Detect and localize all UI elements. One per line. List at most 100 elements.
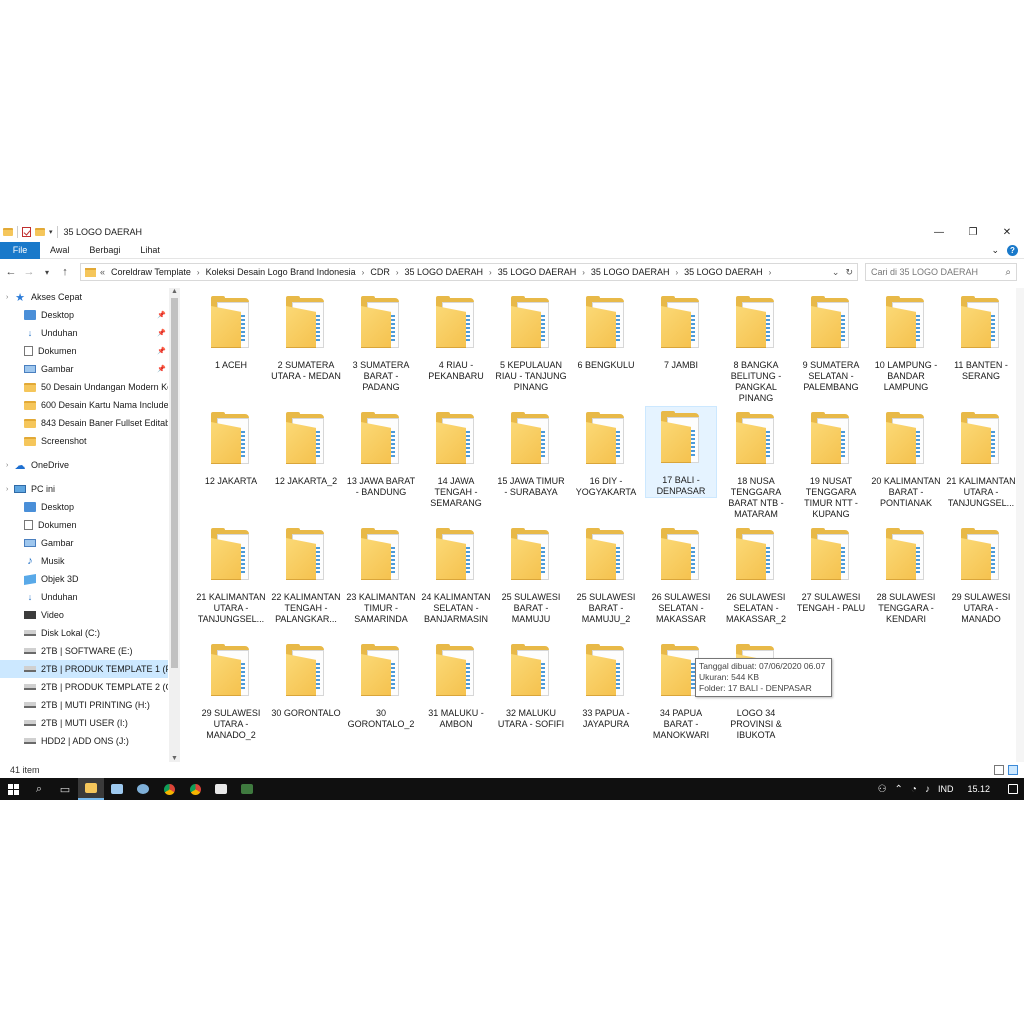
folder-item[interactable]: 15 JAWA TIMUR - SURABAYA: [495, 408, 567, 498]
up-arrow-icon[interactable]: ↑: [58, 266, 72, 278]
people-icon[interactable]: ⚇: [878, 784, 887, 795]
breadcrumb-item[interactable]: Koleksi Desain Logo Brand Indonesia: [206, 267, 356, 277]
folder-item[interactable]: 30 GORONTALO_2: [345, 640, 417, 730]
paint-icon[interactable]: [130, 778, 156, 800]
folder-item[interactable]: 18 NUSA TENGGARA BARAT NTB - MATARAM: [720, 408, 792, 520]
notes-icon[interactable]: [104, 778, 130, 800]
folder-item[interactable]: 4 RIAU - PEKANBARU: [420, 292, 492, 382]
folder-item[interactable]: 31 MALUKU - AMBON: [420, 640, 492, 730]
folder-item[interactable]: 24 KALIMANTAN SELATAN - BANJARMASIN: [420, 524, 492, 625]
pin-icon[interactable]: 📌: [157, 311, 166, 319]
address-bar[interactable]: « Coreldraw Template › Koleksi Desain Lo…: [80, 263, 858, 281]
sidebar-item[interactable]: ↓ Unduhan: [0, 588, 168, 606]
sidebar-item[interactable]: › ☁ OneDrive: [0, 456, 168, 474]
pin-icon[interactable]: 📌: [157, 365, 166, 373]
close-button[interactable]: ✕: [990, 222, 1024, 242]
chrome-icon[interactable]: [156, 778, 182, 800]
folder-item[interactable]: 32 MALUKU UTARA - SOFIFI: [495, 640, 567, 730]
sidebar-item[interactable]: HDD2 | ADD ONS (J:): [0, 732, 168, 750]
scroll-down-icon[interactable]: ▼: [169, 755, 180, 762]
search-input[interactable]: Cari di 35 LOGO DAERAH ⌕: [865, 263, 1017, 281]
pin-icon[interactable]: 📌: [157, 347, 166, 355]
forward-arrow-icon[interactable]: →: [22, 266, 36, 278]
sidebar-item[interactable]: 2TB | PRODUK TEMPLATE 2 (G:): [0, 678, 168, 696]
notification-icon[interactable]: [1008, 784, 1018, 794]
folder-item[interactable]: 28 SULAWESI TENGGARA - KENDARI: [870, 524, 942, 625]
tab-awal[interactable]: Awal: [40, 245, 79, 255]
chevron-right-icon[interactable]: ›: [362, 268, 365, 277]
chevron-right-icon[interactable]: ›: [396, 268, 399, 277]
folder-item[interactable]: 5 KEPULAUAN RIAU - TANJUNG PINANG: [495, 292, 567, 393]
sidebar-item[interactable]: 2TB | SOFTWARE (E:): [0, 642, 168, 660]
chevron-down-icon[interactable]: ⌄: [832, 267, 840, 278]
folder-item[interactable]: 21 KALIMANTAN UTARA - TANJUNGSEL...: [945, 408, 1017, 509]
volume-icon[interactable]: ♪: [925, 784, 930, 795]
sidebar-item[interactable]: Gambar: [0, 534, 168, 552]
folder-item[interactable]: 25 SULAWESI BARAT - MAMUJU: [495, 524, 567, 625]
minimize-button[interactable]: —: [922, 222, 956, 242]
breadcrumb-item[interactable]: 35 LOGO DAERAH: [591, 267, 670, 277]
restore-button[interactable]: ❐: [956, 222, 990, 242]
tab-file[interactable]: File: [0, 241, 40, 259]
sidebar-item[interactable]: ♪ Musik: [0, 552, 168, 570]
chevron-right-icon[interactable]: ›: [197, 268, 200, 277]
content-scrollbar[interactable]: [1016, 288, 1024, 762]
expand-ribbon-icon[interactable]: ⌄: [991, 245, 999, 256]
task-view-icon[interactable]: ▭: [52, 778, 78, 800]
sidebar-item[interactable]: Objek 3D: [0, 570, 168, 588]
folder-item[interactable]: 17 BALI - DENPASAR: [645, 406, 717, 498]
search-icon[interactable]: ⌕: [1005, 267, 1011, 278]
folder-item[interactable]: 20 KALIMANTAN BARAT - PONTIANAK: [870, 408, 942, 509]
sidebar-item[interactable]: Gambar 📌: [0, 360, 168, 378]
language-indicator[interactable]: IND: [938, 784, 954, 794]
chevron-right-icon[interactable]: ›: [675, 268, 678, 277]
folder-item[interactable]: 19 NUSAT TENGGARA TIMUR NTT - KUPANG: [795, 408, 867, 520]
folder-item[interactable]: 9 SUMATERA SELATAN - PALEMBANG: [795, 292, 867, 393]
scroll-up-icon[interactable]: ▲: [169, 288, 180, 295]
recent-locations-icon[interactable]: ▾: [40, 268, 54, 277]
back-arrow-icon[interactable]: ←: [4, 266, 18, 278]
sidebar-item[interactable]: › ★ Akses Cepat: [0, 288, 168, 306]
folder-item[interactable]: 25 SULAWESI BARAT - MAMUJU_2: [570, 524, 642, 625]
new-folder-icon[interactable]: [35, 228, 45, 236]
help-icon[interactable]: ?: [1007, 244, 1018, 256]
tab-lihat[interactable]: Lihat: [130, 245, 170, 255]
folder-item[interactable]: 11 BANTEN - SERANG: [945, 292, 1017, 382]
sidebar-scrollbar[interactable]: ▲ ▼: [169, 288, 180, 762]
folder-item[interactable]: 29 SULAWESI UTARA - MANADO_2: [195, 640, 267, 741]
file-explorer-icon[interactable]: [78, 778, 104, 800]
breadcrumb-item[interactable]: 35 LOGO DAERAH: [684, 267, 763, 277]
folder-item[interactable]: 26 SULAWESI SELATAN - MAKASSAR: [645, 524, 717, 625]
breadcrumb-overflow[interactable]: «: [100, 267, 105, 277]
folder-item[interactable]: 8 BANGKA BELITUNG - PANGKAL PINANG: [720, 292, 792, 404]
breadcrumb-item[interactable]: CDR: [370, 267, 390, 277]
folder-item[interactable]: 30 GORONTALO: [270, 640, 342, 719]
folder-item[interactable]: 3 SUMATERA BARAT - PADANG: [345, 292, 417, 393]
folder-item[interactable]: 10 LAMPUNG - BANDAR LAMPUNG: [870, 292, 942, 393]
folder-item[interactable]: 26 SULAWESI SELATAN - MAKASSAR_2: [720, 524, 792, 625]
folder-item[interactable]: 21 KALIMANTAN UTARA - TANJUNGSEL...: [195, 524, 267, 625]
sidebar-item[interactable]: Dokumen 📌: [0, 342, 168, 360]
folder-item[interactable]: 6 BENGKULU: [570, 292, 642, 371]
folder-item[interactable]: 2 SUMATERA UTARA - MEDAN: [270, 292, 342, 382]
sidebar-item[interactable]: Video: [0, 606, 168, 624]
large-icons-view-icon[interactable]: [1008, 765, 1018, 775]
sidebar-item[interactable]: 50 Desain Undangan Modern Kel: [0, 378, 168, 396]
folder-item[interactable]: 14 JAWA TENGAH - SEMARANG: [420, 408, 492, 509]
breadcrumb-item[interactable]: Coreldraw Template: [111, 267, 191, 277]
app-icon[interactable]: [234, 778, 260, 800]
tab-berbagi[interactable]: Berbagi: [79, 245, 130, 255]
expand-chevron-icon[interactable]: ›: [6, 294, 8, 301]
pin-icon[interactable]: 📌: [157, 329, 166, 337]
search-icon[interactable]: ⌕: [26, 778, 52, 800]
scrollbar-thumb[interactable]: [171, 298, 178, 668]
sidebar-item[interactable]: ↓ Unduhan 📌: [0, 324, 168, 342]
folder-item[interactable]: 12 JAKARTA_2: [270, 408, 342, 487]
chevron-right-icon[interactable]: ›: [582, 268, 585, 277]
sidebar-item[interactable]: 600 Desain Kartu Nama Include I: [0, 396, 168, 414]
chrome-alt-icon[interactable]: [182, 778, 208, 800]
folder-item[interactable]: 13 JAWA BARAT - BANDUNG: [345, 408, 417, 498]
chevron-right-icon[interactable]: ›: [489, 268, 492, 277]
sidebar-item[interactable]: Dokumen: [0, 516, 168, 534]
folder-item[interactable]: 27 SULAWESI TENGAH - PALU: [795, 524, 867, 614]
